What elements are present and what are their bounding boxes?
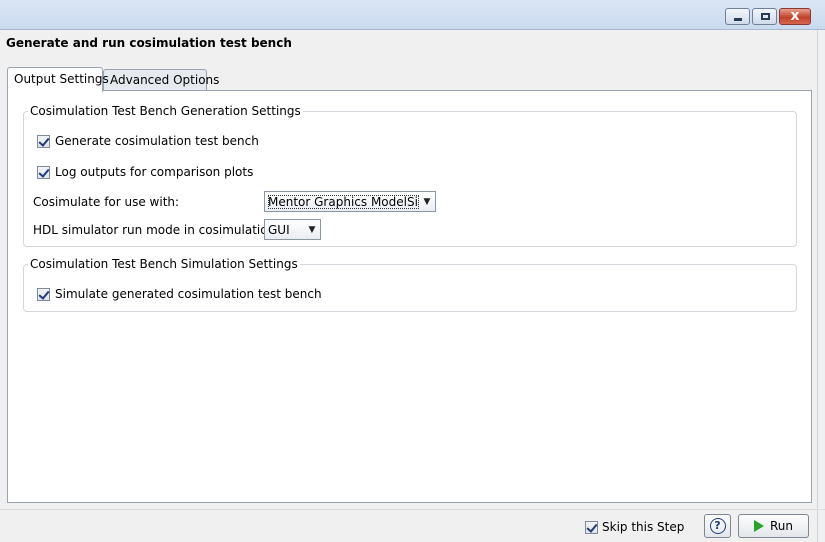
close-button[interactable]: x (779, 8, 811, 25)
skip-step-label: Skip this Step (602, 520, 685, 534)
minimize-icon (734, 18, 742, 21)
footer-divider (0, 509, 825, 510)
tab-advanced-options[interactable]: Advanced Options (103, 69, 219, 91)
generate-tb-checkbox[interactable] (37, 134, 50, 148)
run-mode-label: HDL simulator run mode in cosimulation: (33, 223, 280, 237)
window-right-edge (817, 30, 825, 542)
page-title: Generate and run cosimulation test bench (6, 36, 292, 50)
cosim-for-label: Cosimulate for use with: (33, 195, 180, 209)
simulate-tb-row[interactable]: Simulate generated cosimulation test ben… (37, 287, 322, 301)
run-mode-select[interactable]: GUI ▼ (264, 219, 321, 240)
play-icon (753, 520, 764, 532)
generate-tb-label: Generate cosimulation test bench (55, 134, 259, 148)
simulate-tb-checkbox[interactable] (37, 287, 50, 301)
generation-settings-legend: Cosimulation Test Bench Generation Setti… (30, 104, 301, 118)
run-label: Run (769, 519, 793, 533)
run-button[interactable]: Run (738, 514, 809, 538)
chevron-down-icon: ▼ (423, 196, 431, 207)
maximize-button[interactable] (752, 8, 777, 25)
cosim-for-value: Mentor Graphics ModelSim (268, 194, 419, 209)
cosim-for-select[interactable]: Mentor Graphics ModelSim ▼ (264, 191, 436, 212)
simulation-settings-legend: Cosimulation Test Bench Simulation Setti… (30, 257, 298, 271)
skip-step-checkbox[interactable] (585, 520, 598, 534)
log-outputs-checkbox[interactable] (37, 165, 50, 179)
close-icon: x (790, 8, 800, 24)
tab-output-settings[interactable]: Output Settings (7, 67, 109, 92)
log-outputs-row[interactable]: Log outputs for comparison plots (37, 165, 253, 179)
simulate-tb-label: Simulate generated cosimulation test ben… (55, 287, 322, 301)
skip-step-row[interactable]: Skip this Step (585, 520, 684, 534)
window-controls: x (725, 8, 811, 25)
log-outputs-label: Log outputs for comparison plots (55, 165, 254, 179)
chevron-down-icon: ▼ (308, 224, 316, 235)
simulation-settings-group: Cosimulation Test Bench Simulation Setti… (23, 257, 797, 312)
tab-panel: Cosimulation Test Bench Generation Setti… (7, 90, 812, 503)
maximize-icon (761, 13, 770, 20)
title-bar: x (0, 0, 825, 30)
help-icon: ? (709, 518, 726, 534)
run-mode-value: GUI (268, 222, 290, 237)
minimize-button[interactable] (725, 8, 750, 25)
help-button[interactable]: ? (704, 514, 731, 538)
generate-tb-row[interactable]: Generate cosimulation test bench (37, 134, 259, 148)
